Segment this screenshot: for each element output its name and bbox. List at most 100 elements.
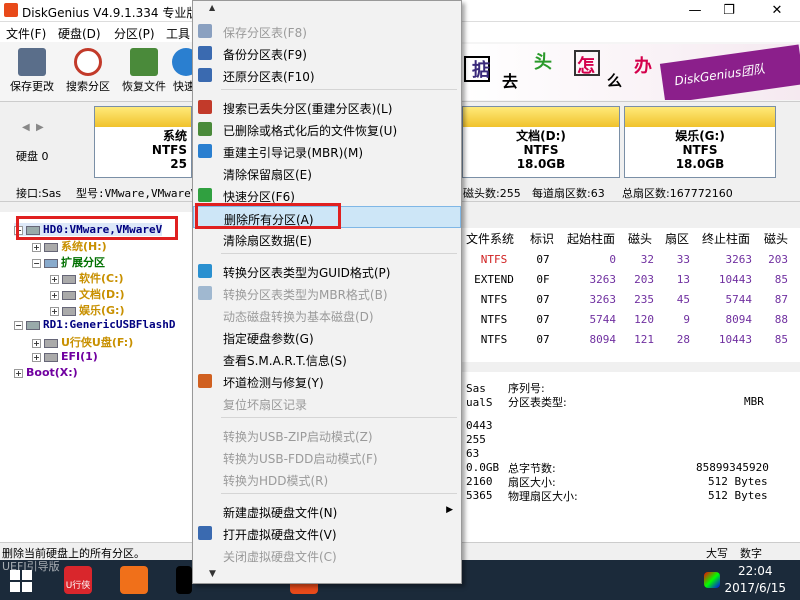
tray-icon[interactable] bbox=[704, 572, 720, 588]
prev-disk-icon[interactable]: ◀ bbox=[22, 122, 30, 133]
table-cell-start-cyl: 5744 bbox=[589, 313, 617, 326]
u-xia-icon[interactable]: U行侠 bbox=[64, 566, 92, 594]
menu-item-label: 关闭虚拟硬盘文件(C) bbox=[223, 550, 337, 564]
partition-block-documents[interactable]: 文档(D:) NTFS 18.0GB bbox=[462, 106, 620, 178]
menu-item-icon bbox=[198, 46, 212, 60]
table-cell-end-head: 85 bbox=[774, 273, 788, 286]
tree-item-entertainment[interactable]: + 娱乐(G:) bbox=[50, 302, 124, 318]
restore-button[interactable]: ❐ bbox=[714, 2, 744, 20]
next-disk-icon[interactable]: ▶ bbox=[36, 122, 44, 133]
minimize-button[interactable]: — bbox=[680, 2, 710, 20]
banner-char: 掂 bbox=[472, 60, 490, 81]
partition-name: 系统 bbox=[162, 129, 187, 143]
menu-file[interactable]: 文件(F) bbox=[6, 25, 46, 42]
table-cell-head: 32 bbox=[640, 253, 654, 266]
menu-disk[interactable]: 硬盘(D) bbox=[58, 25, 101, 42]
tree-item-usb[interactable]: + U行侠U盘(F:) bbox=[32, 334, 133, 350]
partition-fs: NTFS bbox=[682, 143, 718, 157]
partition-name: 娱乐(G:) bbox=[675, 129, 725, 143]
column-header[interactable]: 磁头 bbox=[764, 230, 788, 247]
app-icon[interactable] bbox=[176, 566, 192, 594]
menu-separator bbox=[221, 417, 457, 418]
table-cell-head: 203 bbox=[634, 273, 654, 286]
menu-item-label: 打开虚拟硬盘文件(V) bbox=[223, 528, 337, 542]
menu-item-2[interactable]: 还原分区表(F10) bbox=[193, 64, 461, 86]
menu-item-14[interactable]: 查看S.M.A.R.T.信息(S) bbox=[193, 348, 461, 370]
menu-item-17: 转换为USB-ZIP启动模式(Z) bbox=[193, 424, 461, 446]
save-changes-button[interactable]: 保存更改 bbox=[6, 48, 58, 94]
menu-item-19: 转换为HDD模式(R) bbox=[193, 468, 461, 490]
menu-item-5[interactable]: 重建主引导记录(MBR)(M) bbox=[193, 140, 461, 162]
interface-info: 接口:Sas bbox=[16, 187, 62, 200]
menu-item-icon bbox=[198, 68, 212, 82]
column-header[interactable]: 文件系统 bbox=[466, 230, 514, 247]
partition-size: 18.0GB bbox=[516, 157, 566, 171]
ad-banner[interactable]: 掂 去 头 怎 么 办 DiskGenius团队 bbox=[462, 44, 800, 100]
disk-label: 硬盘 0 bbox=[16, 150, 49, 163]
menu-partition[interactable]: 分区(P) bbox=[114, 25, 155, 42]
tree-item-rd1[interactable]: − RD1:GenericUSBFlashD bbox=[14, 318, 175, 331]
table-cell-start-cyl: 8094 bbox=[589, 333, 617, 346]
menu-item-15[interactable]: 坏道检测与修复(Y) bbox=[193, 370, 461, 392]
partition-size: 25 bbox=[170, 157, 187, 171]
column-header[interactable]: 起始柱面 bbox=[567, 230, 615, 247]
save-icon bbox=[18, 48, 46, 76]
menu-item-1[interactable]: 备份分区表(F9) bbox=[193, 42, 461, 64]
menu-item-icon bbox=[198, 374, 212, 388]
column-header[interactable]: 终止柱面 bbox=[702, 230, 750, 247]
column-header[interactable]: 标识 bbox=[530, 230, 554, 247]
menu-item-10[interactable]: 转换分区表类型为GUID格式(P) bbox=[193, 260, 461, 282]
table-cell-fs: EXTEND bbox=[474, 273, 514, 286]
menu-item-6[interactable]: 清除保留扇区(E) bbox=[193, 162, 461, 184]
column-header[interactable]: 扇区 bbox=[665, 230, 689, 247]
menu-item-label: 动态磁盘转换为基本磁盘(D) bbox=[223, 310, 374, 324]
table-row[interactable]: NTFS 07 0 32 33 3263 203 bbox=[462, 250, 800, 270]
table-cell-end-cyl: 8094 bbox=[725, 313, 753, 326]
partition-block-entertainment[interactable]: 娱乐(G:) NTFS 18.0GB bbox=[624, 106, 776, 178]
tree-item-documents[interactable]: + 文档(D:) bbox=[50, 286, 125, 302]
table-cell-sector: 28 bbox=[676, 333, 690, 346]
menu-item-label: 复位坏扇区记录 bbox=[223, 398, 308, 412]
menu-item-icon bbox=[198, 264, 212, 278]
tree-item-boot[interactable]: + Boot(X:) bbox=[14, 366, 78, 379]
table-row[interactable]: EXTEND 0F 3263 203 13 10443 85 bbox=[462, 270, 800, 290]
tree-item-extended[interactable]: − 扩展分区 bbox=[32, 254, 105, 270]
menu-item-icon bbox=[198, 100, 212, 114]
office-app-icon[interactable] bbox=[120, 566, 148, 594]
detail-value: 255 bbox=[466, 433, 486, 446]
menu-item-icon bbox=[198, 122, 212, 136]
table-row[interactable]: NTFS 07 8094 121 28 10443 85 bbox=[462, 330, 800, 350]
partition-fs: NTFS bbox=[151, 143, 187, 157]
menu-item-4[interactable]: 已删除或格式化后的文件恢复(U) bbox=[193, 118, 461, 140]
menu-item-21[interactable]: 打开虚拟硬盘文件(V) bbox=[193, 522, 461, 544]
menu-item-9[interactable]: 清除扇区数据(E) bbox=[193, 228, 461, 250]
menu-tools[interactable]: 工具 bbox=[166, 25, 190, 42]
recover-files-button[interactable]: 恢复文件 bbox=[118, 48, 170, 94]
highlight-box bbox=[16, 216, 178, 240]
table-row[interactable]: NTFS 07 3263 235 45 5744 87 bbox=[462, 290, 800, 310]
tree-item-efi[interactable]: + EFI(1) bbox=[32, 350, 98, 363]
num-indicator: 数字 bbox=[740, 547, 762, 560]
scroll-up-icon[interactable]: ▲ bbox=[209, 3, 215, 12]
table-cell-end-head: 87 bbox=[774, 293, 788, 306]
sectors-per-track-info: 每道扇区数:63 bbox=[532, 187, 605, 200]
windows-start-icon[interactable] bbox=[10, 570, 32, 592]
system-clock[interactable]: 22:04 2017/6/15 bbox=[724, 563, 786, 597]
menu-item-20[interactable]: 新建虚拟硬盘文件(N) ▶ bbox=[193, 500, 461, 522]
partition-block-system[interactable]: 系统 NTFS 25 bbox=[94, 106, 192, 178]
menu-item-13[interactable]: 指定硬盘参数(G) bbox=[193, 326, 461, 348]
scroll-down-icon[interactable]: ▼ bbox=[209, 569, 216, 579]
banner-char: 么 bbox=[607, 72, 623, 90]
tree-item-software[interactable]: + 软件(C:) bbox=[50, 270, 124, 286]
menu-separator bbox=[221, 89, 457, 90]
disk-details-panel: Sas ualS 0443 255 63 0.0GB 2160 5365 序列号… bbox=[462, 372, 800, 542]
menu-item-22: 关闭虚拟硬盘文件(C) bbox=[193, 544, 461, 566]
menu-item-3[interactable]: 搜索已丢失分区(重建分区表)(L) bbox=[193, 96, 461, 118]
table-cell-fs: NTFS bbox=[480, 293, 508, 306]
close-button[interactable]: ✕ bbox=[762, 2, 792, 20]
table-row[interactable]: NTFS 07 5744 120 9 8094 88 bbox=[462, 310, 800, 330]
save-changes-label: 保存更改 bbox=[10, 80, 54, 93]
search-partition-button[interactable]: 搜索分区 bbox=[62, 48, 114, 94]
tree-item-system[interactable]: + 系统(H:) bbox=[32, 238, 107, 254]
column-header[interactable]: 磁头 bbox=[628, 230, 652, 247]
